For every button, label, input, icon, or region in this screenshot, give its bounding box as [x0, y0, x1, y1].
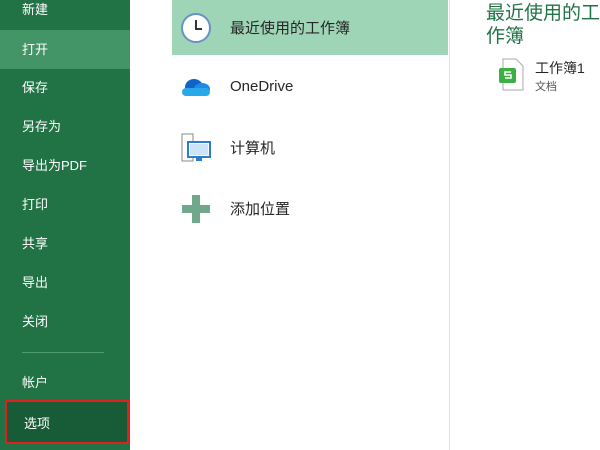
nav-share[interactable]: 共享 [0, 224, 130, 263]
nav-print[interactable]: 打印 [0, 185, 130, 224]
computer-icon [174, 132, 218, 164]
place-add[interactable]: 添加位置 [172, 181, 448, 236]
place-computer[interactable]: 计算机 [172, 120, 448, 175]
file-type: 文档 [535, 81, 557, 93]
clock-icon [174, 12, 218, 44]
sidebar-divider [22, 352, 104, 353]
nav-close[interactable]: 关闭 [0, 302, 130, 341]
open-locations: 最近使用的工作簿 OneDrive 计算机 添加位置 [130, 0, 450, 450]
place-label: 添加位置 [230, 201, 291, 218]
place-label: OneDrive [230, 78, 294, 95]
nav-options[interactable]: 选项 [5, 400, 129, 444]
plus-icon [174, 194, 218, 223]
nav-save[interactable]: 保存 [0, 68, 130, 107]
place-label: 计算机 [230, 140, 276, 157]
place-recent[interactable]: 最近使用的工作簿 [172, 0, 448, 55]
recent-panel: 最近使用的工作簿 工作簿1 文档 [451, 0, 600, 450]
spreadsheet-file-icon [499, 58, 525, 97]
nav-export-pdf[interactable]: 导出为PDF [0, 146, 130, 185]
nav-save-as[interactable]: 另存为 [0, 107, 130, 146]
nav-open[interactable]: 打开 [0, 30, 130, 69]
nav-new[interactable]: 新建 [0, 0, 130, 29]
place-label: 最近使用的工作簿 [230, 20, 351, 37]
recent-file[interactable]: 工作簿1 文档 [499, 58, 600, 97]
file-name: 工作簿1 [535, 60, 585, 76]
nav-account[interactable]: 帐户 [0, 363, 130, 402]
place-onedrive[interactable]: OneDrive [172, 59, 448, 114]
recent-title: 最近使用的工作簿 [486, 3, 600, 47]
nav-export[interactable]: 导出 [0, 263, 130, 302]
cloud-icon [174, 76, 218, 98]
backstage-sidebar: 新建 打开 保存 另存为 导出为PDF 打印 共享 导出 关闭 帐户 选项 [0, 0, 130, 450]
